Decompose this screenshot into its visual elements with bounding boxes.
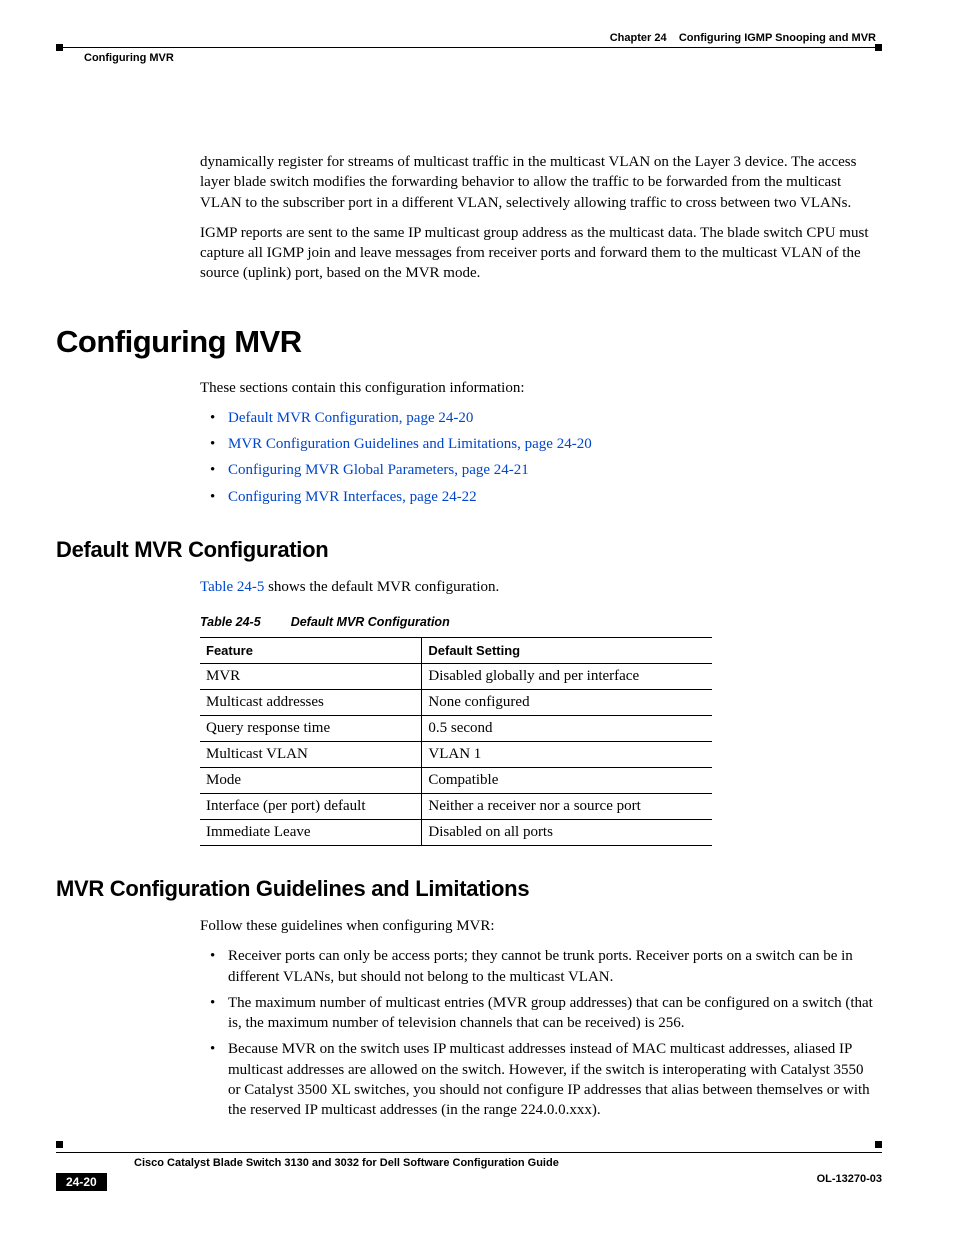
list-item: The maximum number of multicast entries … (200, 993, 876, 1034)
table-row: Multicast addressesNone configured (200, 690, 712, 716)
guidelines-list: Receiver ports can only be access ports;… (200, 946, 876, 1120)
table-cell: Mode (200, 768, 422, 794)
table-header: Feature (200, 638, 422, 664)
table-cell: Immediate Leave (200, 820, 422, 846)
page-content: dynamically register for streams of mult… (0, 92, 954, 1120)
link-list: Default MVR Configuration, page 24-20 MV… (200, 408, 876, 507)
table-row: Immediate LeaveDisabled on all ports (200, 820, 712, 846)
table-cell: Interface (per port) default (200, 794, 422, 820)
table-row: Interface (per port) defaultNeither a re… (200, 794, 712, 820)
footer-rule (56, 1152, 882, 1153)
header-chapter: Chapter 24 Configuring IGMP Snooping and… (610, 32, 876, 44)
table-title: Default MVR Configuration (291, 615, 450, 629)
list-item: MVR Configuration Guidelines and Limitat… (200, 434, 876, 454)
page-footer: Cisco Catalyst Blade Switch 3130 and 303… (56, 1152, 882, 1193)
table-cell: Neither a receiver nor a source port (422, 794, 712, 820)
page-number: 24-20 (56, 1173, 107, 1191)
header-section: Configuring MVR (84, 52, 174, 64)
body-paragraph: These sections contain this configuratio… (200, 378, 876, 398)
table-cell: Multicast addresses (200, 690, 422, 716)
xref-link[interactable]: Table 24-5 (200, 579, 264, 595)
footer-marker-icon (875, 1141, 882, 1148)
header-marker-icon (56, 44, 63, 51)
table-cell: Query response time (200, 716, 422, 742)
body-paragraph: IGMP reports are sent to the same IP mul… (200, 223, 876, 284)
table-caption: Table 24-5 Default MVR Configuration (200, 615, 876, 629)
table-row: Query response time0.5 second (200, 716, 712, 742)
table-cell: None configured (422, 690, 712, 716)
heading-2: Default MVR Configuration (56, 537, 876, 563)
chapter-title: Configuring IGMP Snooping and MVR (679, 32, 876, 44)
list-item: Configuring MVR Interfaces, page 24-22 (200, 487, 876, 507)
table-cell: Multicast VLAN (200, 742, 422, 768)
xref-link[interactable]: Configuring MVR Global Parameters, page … (228, 462, 529, 478)
table-row: MVRDisabled globally and per interface (200, 664, 712, 690)
document-id: OL-13270-03 (817, 1173, 882, 1185)
table-header-row: Feature Default Setting (200, 638, 712, 664)
list-item: Because MVR on the switch uses IP multic… (200, 1039, 876, 1120)
list-item: Default MVR Configuration, page 24-20 (200, 408, 876, 428)
table-number: Table 24-5 (200, 615, 261, 629)
body-paragraph: dynamically register for streams of mult… (200, 152, 876, 213)
table-cell: 0.5 second (422, 716, 712, 742)
chapter-number: Chapter 24 (610, 32, 667, 44)
table-row: Multicast VLANVLAN 1 (200, 742, 712, 768)
table-cell: Disabled on all ports (422, 820, 712, 846)
xref-link[interactable]: Default MVR Configuration, page 24-20 (228, 410, 473, 426)
header-marker-icon (875, 44, 882, 51)
list-item: Configuring MVR Global Parameters, page … (200, 460, 876, 480)
table-cell: Disabled globally and per interface (422, 664, 712, 690)
heading-2: MVR Configuration Guidelines and Limitat… (56, 876, 876, 902)
config-table: Feature Default Setting MVRDisabled glob… (200, 637, 712, 846)
xref-link[interactable]: Configuring MVR Interfaces, page 24-22 (228, 489, 477, 505)
header-rule (56, 47, 882, 48)
table-cell: MVR (200, 664, 422, 690)
body-paragraph: Table 24-5 shows the default MVR configu… (200, 577, 876, 597)
table-cell: Compatible (422, 768, 712, 794)
text: shows the default MVR configuration. (264, 579, 499, 595)
list-item: Receiver ports can only be access ports;… (200, 946, 876, 987)
table-cell: VLAN 1 (422, 742, 712, 768)
body-paragraph: Follow these guidelines when configuring… (200, 916, 876, 936)
footer-marker-icon (56, 1141, 63, 1148)
heading-1: Configuring MVR (56, 324, 876, 360)
table-header: Default Setting (422, 638, 712, 664)
running-header: Chapter 24 Configuring IGMP Snooping and… (0, 0, 954, 92)
table-row: ModeCompatible (200, 768, 712, 794)
book-title: Cisco Catalyst Blade Switch 3130 and 303… (56, 1157, 882, 1169)
xref-link[interactable]: MVR Configuration Guidelines and Limitat… (228, 436, 592, 452)
